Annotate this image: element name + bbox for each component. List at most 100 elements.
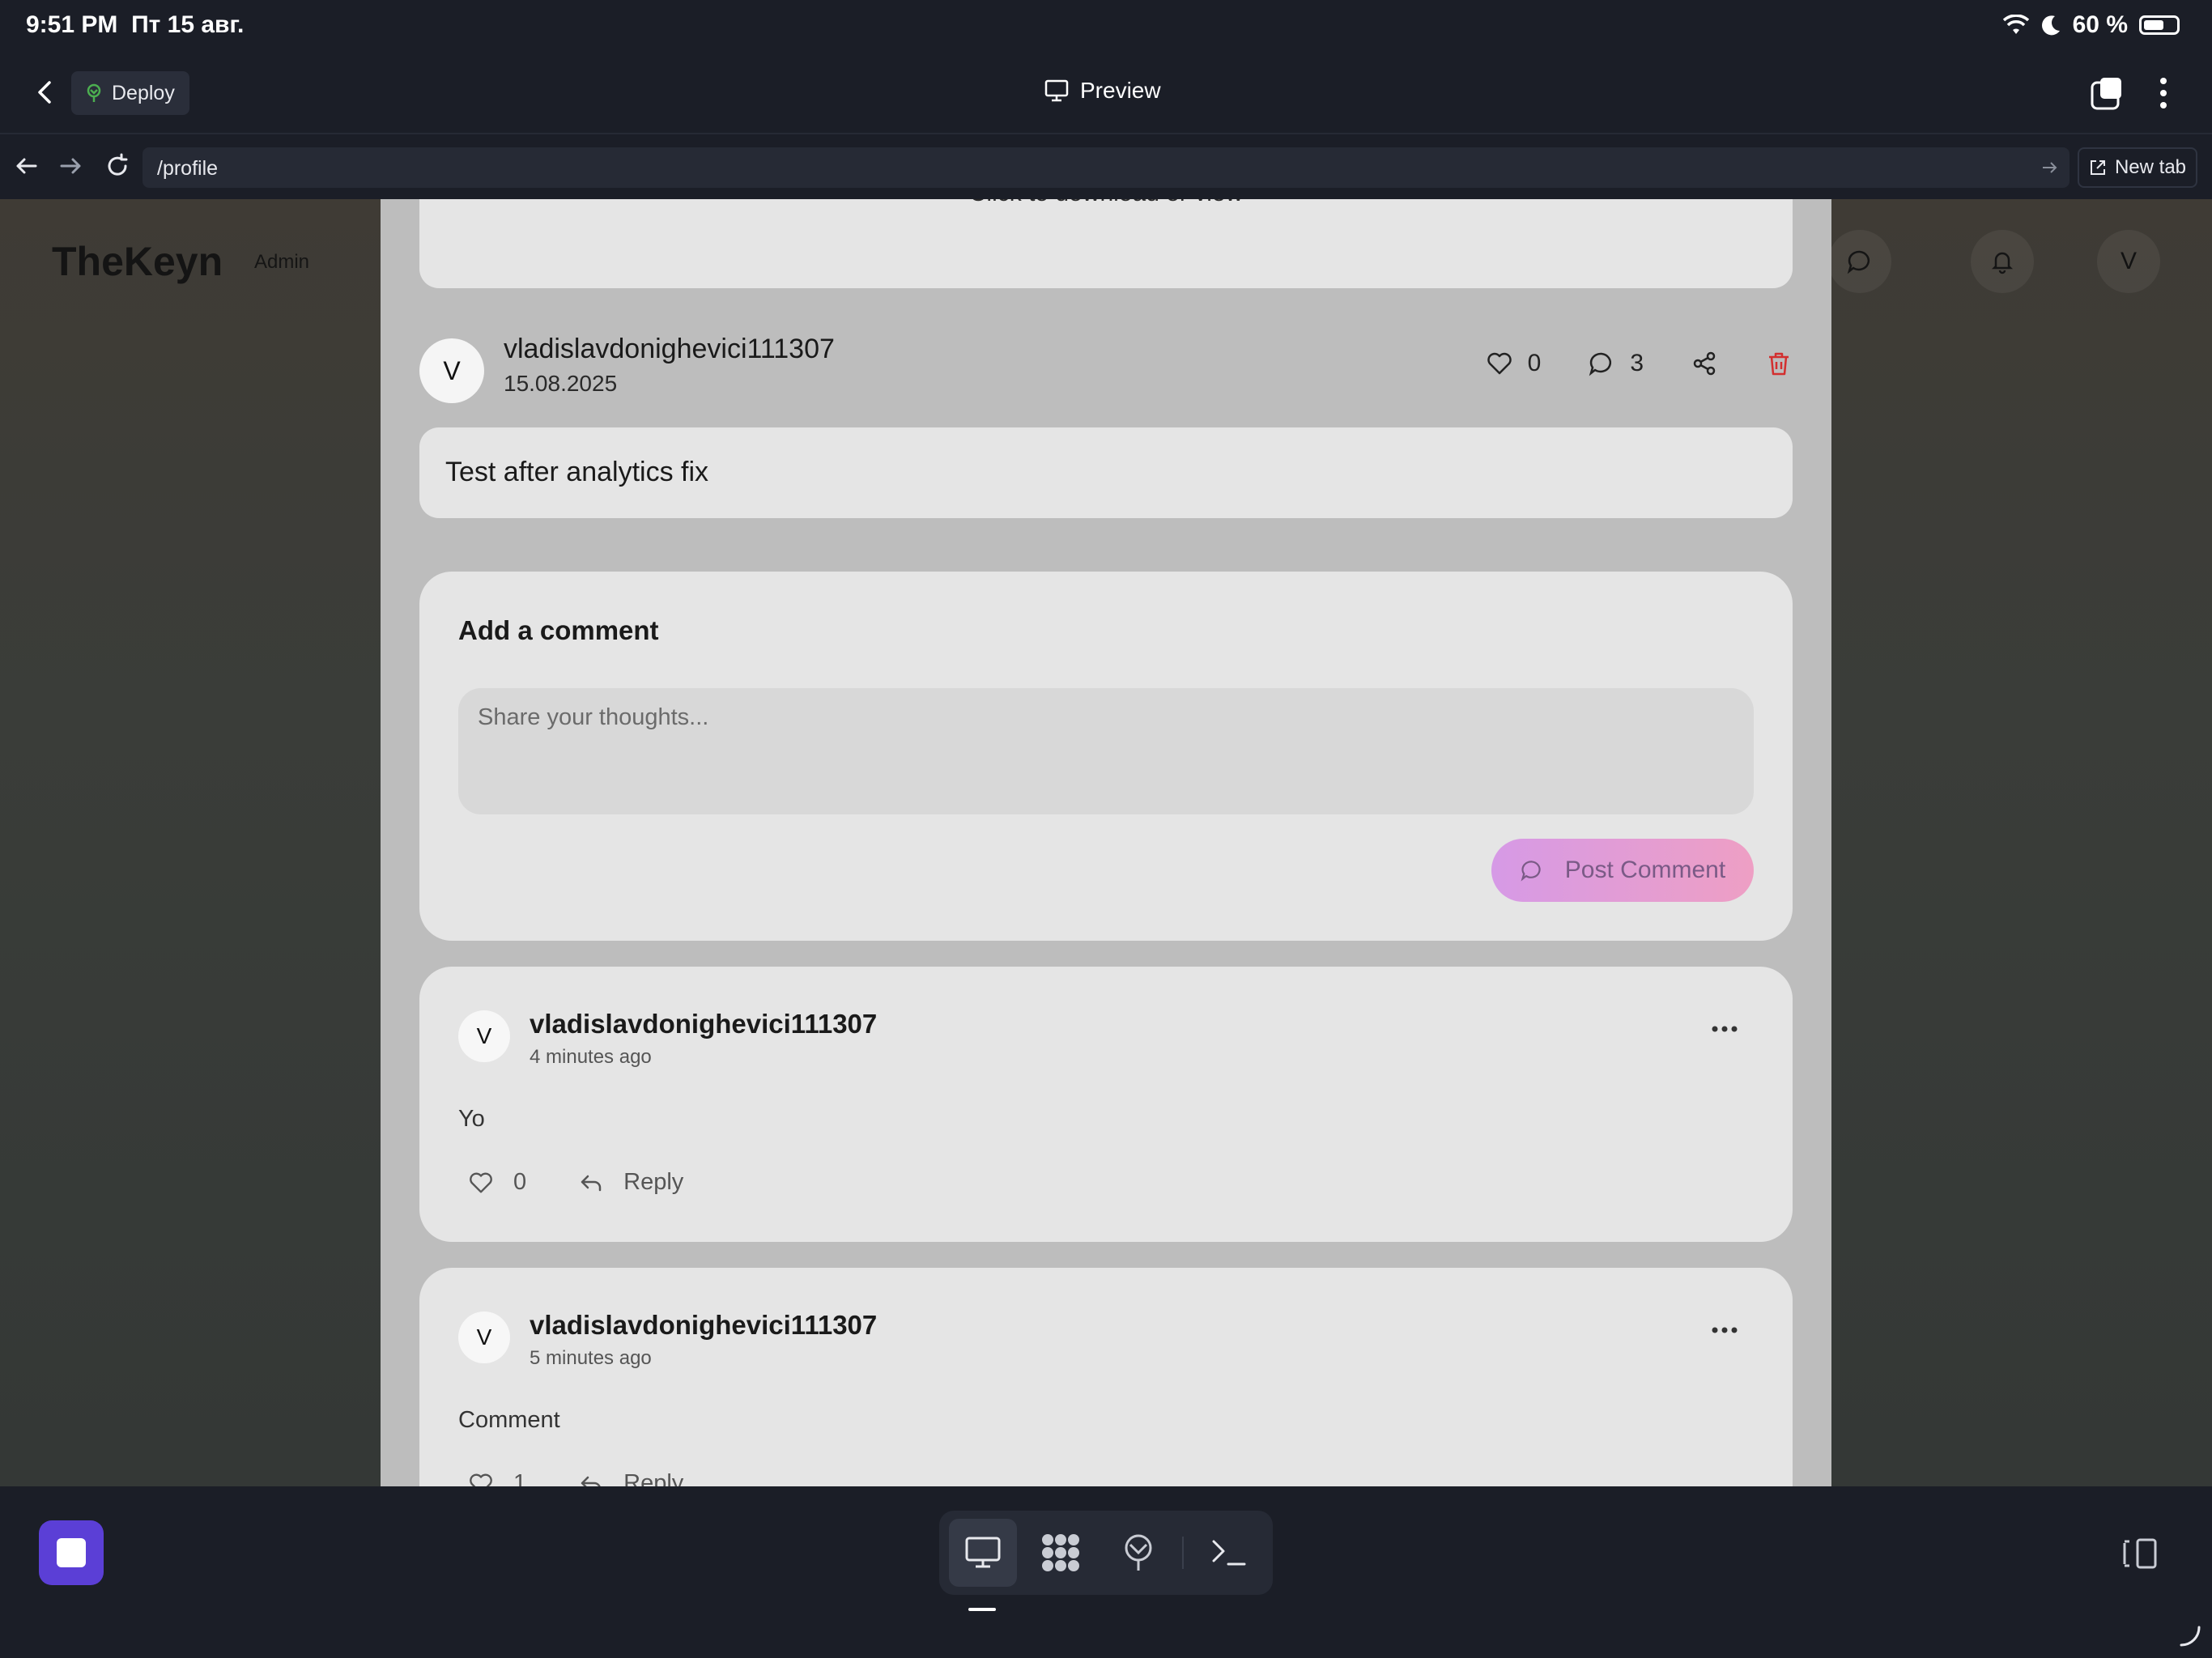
heart-icon xyxy=(470,1473,492,1486)
apps-button[interactable] xyxy=(1027,1519,1095,1587)
globe-icon xyxy=(1125,1534,1152,1571)
arrow-right-icon[interactable] xyxy=(57,152,84,180)
comment-like-count: 1 xyxy=(513,1470,527,1486)
terminal-button[interactable] xyxy=(1195,1519,1263,1587)
heart-icon xyxy=(470,1172,492,1192)
arrow-left-icon[interactable] xyxy=(13,152,40,180)
more-horizontal-icon[interactable] xyxy=(1708,1318,1741,1342)
stop-icon xyxy=(57,1538,86,1567)
top-toolbar: Deploy Preview xyxy=(0,52,2212,134)
post-comment-label: Post Comment xyxy=(1564,857,1726,883)
web-preview[interactable]: TheKeyn Admin V Click to download or vie… xyxy=(0,199,2212,1486)
back-icon[interactable] xyxy=(29,76,62,108)
more-horizontal-icon[interactable] xyxy=(1708,1017,1741,1041)
status-indicators: 60 % xyxy=(2002,11,2180,39)
comment-reply-button[interactable]: Reply xyxy=(578,1470,683,1486)
comment-actions: 0 Reply xyxy=(468,1169,683,1196)
like-button[interactable]: 0 xyxy=(1486,350,1542,377)
apps-icon xyxy=(1042,1534,1079,1571)
sidebar-toggle-icon[interactable] xyxy=(2118,1537,2160,1571)
new-tab-button[interactable]: New tab xyxy=(2078,147,2197,188)
comment-icon xyxy=(1521,861,1541,882)
preview-label: Preview xyxy=(1080,78,1161,103)
dock-divider xyxy=(1182,1537,1184,1569)
post-header: V vladislavdonighevici111307 15.08.2025 … xyxy=(419,334,1793,408)
more-vertical-icon[interactable] xyxy=(2149,74,2178,112)
comment-time: 5 minutes ago xyxy=(530,1347,652,1369)
avatar[interactable]: V xyxy=(458,1010,510,1062)
comment-icon xyxy=(1589,352,1612,376)
comment-like-button[interactable]: 1 xyxy=(468,1470,526,1486)
trash-icon xyxy=(1769,352,1789,376)
comments-button[interactable]: 3 xyxy=(1588,350,1644,377)
header-chat-button[interactable] xyxy=(1828,230,1891,293)
heart-icon xyxy=(1487,352,1512,375)
stop-button[interactable] xyxy=(39,1520,104,1585)
comment-form: Add a comment Post Comment xyxy=(419,572,1793,941)
deploy-tree-icon xyxy=(87,83,101,102)
address-row: /profile New tab xyxy=(0,136,2212,199)
comment-text: Comment xyxy=(458,1407,560,1433)
reload-icon[interactable] xyxy=(104,152,131,180)
share-button[interactable] xyxy=(1691,350,1718,377)
status-clock: 9:51 PM Пт 15 авг. xyxy=(26,11,244,39)
view-switcher xyxy=(939,1511,1273,1595)
url-text: /profile xyxy=(157,157,219,180)
header-avatar-letter: V xyxy=(2120,248,2137,274)
comment-input[interactable] xyxy=(458,688,1754,814)
chat-icon xyxy=(1847,250,1870,274)
active-view-indicator xyxy=(968,1608,996,1611)
battery-icon xyxy=(2139,15,2180,35)
comment-reply-label: Reply xyxy=(623,1470,684,1486)
post-modal: Click to download or view V vladislavdon… xyxy=(381,199,1831,1486)
external-link-icon xyxy=(2090,160,2105,175)
deploy-button[interactable]: Deploy xyxy=(71,71,189,115)
monitor-icon xyxy=(1044,79,1069,102)
reply-icon xyxy=(581,1476,601,1486)
comment-text: Yo xyxy=(458,1106,485,1132)
url-bar[interactable]: /profile xyxy=(143,147,2069,188)
like-count: 0 xyxy=(1527,350,1542,376)
avatar[interactable]: V xyxy=(419,338,484,403)
moon-icon xyxy=(2041,15,2060,36)
go-arrow-icon[interactable] xyxy=(2040,159,2058,176)
comment-like-count: 0 xyxy=(513,1169,527,1195)
desktop-view-button[interactable] xyxy=(949,1519,1017,1587)
reply-icon xyxy=(581,1175,602,1191)
header-avatar[interactable]: V xyxy=(2097,230,2160,293)
comment-reply-button[interactable]: Reply xyxy=(578,1169,683,1196)
comment-author[interactable]: vladislavdonighevici111307 xyxy=(530,1009,877,1039)
resize-handle-icon[interactable] xyxy=(2178,1624,2202,1648)
deploy-view-button[interactable] xyxy=(1104,1519,1172,1587)
deploy-label: Deploy xyxy=(112,81,175,104)
header-notifications-button[interactable] xyxy=(1971,230,2034,293)
comment-card: V vladislavdonighevici111307 4 minutes a… xyxy=(419,967,1793,1242)
post-date: 15.08.2025 xyxy=(504,371,618,396)
admin-badge: Admin xyxy=(254,251,310,273)
attachment-hint: Click to download or view xyxy=(419,199,1793,207)
comment-form-title: Add a comment xyxy=(458,615,659,645)
status-bar: 9:51 PM Пт 15 авг. 60 % xyxy=(0,0,2212,52)
post-actions: 0 3 xyxy=(1439,350,1793,377)
avatar[interactable]: V xyxy=(458,1312,510,1363)
post-author[interactable]: vladislavdonighevici111307 xyxy=(504,334,835,365)
delete-post-button[interactable] xyxy=(1765,350,1793,377)
comment-count: 3 xyxy=(1630,350,1644,376)
attachment-card[interactable]: Click to download or view xyxy=(419,199,1793,288)
comment-card: V vladislavdonighevici111307 5 minutes a… xyxy=(419,1268,1793,1486)
tabs-icon[interactable] xyxy=(2089,76,2125,112)
post-body-text: Test after analytics fix xyxy=(445,457,709,487)
comment-like-button[interactable]: 0 xyxy=(468,1169,526,1196)
post-comment-button[interactable]: Post Comment xyxy=(1491,839,1754,902)
share-icon xyxy=(1693,351,1716,376)
status-time: 9:51 PM xyxy=(26,11,118,38)
comment-time: 4 minutes ago xyxy=(530,1046,652,1068)
wifi-icon xyxy=(2002,15,2029,34)
comment-author[interactable]: vladislavdonighevici111307 xyxy=(530,1310,877,1341)
site-brand[interactable]: TheKeyn xyxy=(52,238,223,285)
preview-title: Preview xyxy=(1044,78,1161,104)
comment-reply-label: Reply xyxy=(623,1169,684,1195)
desktop-icon xyxy=(965,1537,1001,1568)
comment-actions: 1 Reply xyxy=(468,1470,683,1486)
battery-percent: 60 % xyxy=(2072,11,2128,38)
